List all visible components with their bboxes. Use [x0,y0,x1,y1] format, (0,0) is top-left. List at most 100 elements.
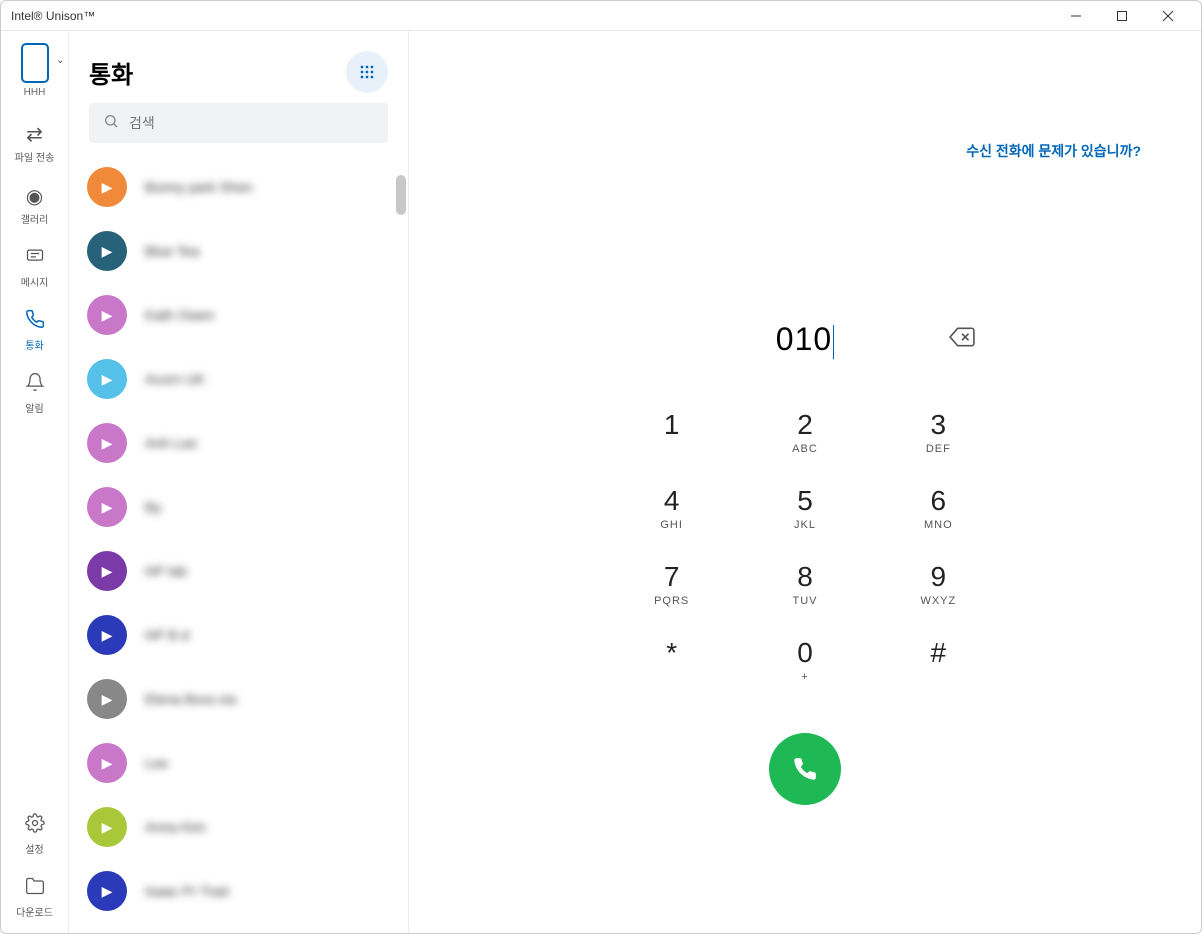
contact-row[interactable]: ▶Elena Bora via [69,667,408,731]
contact-row[interactable]: ▶By [69,475,408,539]
key-digit: 9 [903,561,973,593]
sidebar-item-gallery[interactable]: ◉ 갤러리 [5,178,65,232]
sidebar-item-messages[interactable]: 메시지 [5,240,65,295]
keypad-key-*[interactable]: * [637,637,707,683]
sidebar-item-calls[interactable]: 통화 [5,303,65,358]
contact-name: Blue Tea [145,243,199,259]
contact-row[interactable]: ▶ Anh Lee [69,411,408,475]
contact-row[interactable]: ▶Kath Owen [69,283,408,347]
sidebar-item-label: 메시지 [21,274,49,289]
keypad-key-8[interactable]: 8 TUV [770,561,840,607]
gallery-icon: ◉ [26,184,43,209]
keypad: 1 2ABC 3DEF 4GHI 5JKL 6MNO 7PQRS 8 TUV 9WXYZ * 0+ # [625,409,985,683]
main-panel: 수신 전화에 문제가 있습니까? 010 1 2ABC 3DEF 4GHI 5JKL 6M… [409,31,1201,933]
contact-row[interactable]: ▶ Anna Kim [69,795,408,859]
sidebar-nav: ⌄ HHH ⇄ 파일 전송 ◉ 갤러리 메시지 통화 알림 [1,31,69,933]
avatar: ▶ [87,423,127,463]
keypad-key-1[interactable]: 1 [637,409,707,455]
search-input[interactable] [129,115,374,131]
avatar: ▶ [87,167,127,207]
device-label: HHH [24,87,46,98]
contact-name: Bonny park Shen [145,179,252,195]
bell-icon [25,372,45,398]
keypad-key-#[interactable]: # [903,637,973,683]
key-digit: 5 [770,485,840,517]
titlebar: Intel® Unison™ [1,1,1201,31]
call-button[interactable] [769,733,841,805]
contact-name: Anna Kim [145,819,206,835]
contact-row[interactable]: ▶Acorn UK [69,347,408,411]
contact-name: HP lab [145,563,187,579]
search-icon [103,113,119,134]
dialpad-toggle-button[interactable] [346,51,388,93]
contact-name: HP B d [145,627,189,643]
phone-call-icon [25,309,45,335]
contact-name: Lee [145,755,168,771]
key-digit: 0 [770,637,840,669]
help-link[interactable]: 수신 전화에 문제가 있습니까? [966,141,1141,161]
page-title: 통화 [89,55,133,90]
avatar: ▶ [87,359,127,399]
sidebar-item-downloads[interactable]: 다운로드 [5,870,65,925]
key-digit: 6 [903,485,973,517]
avatar: ▶ [87,551,127,591]
contact-row[interactable]: ▶Blue Tea [69,219,408,283]
dialpad-icon [357,62,377,82]
close-button[interactable] [1145,1,1191,31]
contact-name: Anh Lee [145,435,197,451]
contact-row[interactable]: ▶ Lee [69,731,408,795]
sidebar-item-label: 알림 [25,400,43,415]
phone-icon [792,756,818,782]
key-letters: TUV [770,595,840,607]
dialed-number: 010 [776,321,834,359]
key-digit: 7 [637,561,707,593]
contact-row[interactable]: ▶ HP B d [69,603,408,667]
avatar: ▶ [87,871,127,911]
sidebar-item-file-transfer[interactable]: ⇄ 파일 전송 [5,116,65,170]
minimize-button[interactable] [1053,1,1099,31]
sidebar-item-label: 다운로드 [16,904,53,919]
device-selector[interactable]: ⌄ [21,43,49,87]
contacts-panel: 통화 ▶Bonny park Shen▶Blue Tea▶Kath Owen▶A… [69,31,409,933]
key-digit: * [637,637,707,669]
sidebar-item-label: 파일 전송 [15,149,55,164]
contact-row[interactable]: ▶ Isaac Pr Trad [69,859,408,923]
avatar: ▶ [87,743,127,783]
search-box[interactable] [89,103,388,143]
contacts-list[interactable]: ▶Bonny park Shen▶Blue Tea▶Kath Owen▶Acor… [69,155,408,933]
window-title: Intel® Unison™ [11,9,95,23]
keypad-key-6[interactable]: 6MNO [903,485,973,531]
message-icon [25,246,45,272]
key-letters: DEF [903,443,973,455]
maximize-button[interactable] [1099,1,1145,31]
key-digit: 2 [770,409,840,441]
avatar: ▶ [87,487,127,527]
keypad-key-7[interactable]: 7PQRS [637,561,707,607]
keypad-key-5[interactable]: 5JKL [770,485,840,531]
transfer-icon: ⇄ [26,122,43,147]
key-digit: 4 [637,485,707,517]
keypad-key-9[interactable]: 9WXYZ [903,561,973,607]
sidebar-item-settings[interactable]: 설정 [5,807,65,862]
sidebar-item-label: 통화 [25,337,43,352]
backspace-icon [949,324,975,350]
sidebar-item-notifications[interactable]: 알림 [5,366,65,421]
avatar: ▶ [87,615,127,655]
key-digit: 1 [637,409,707,441]
keypad-key-4[interactable]: 4GHI [637,485,707,531]
keypad-key-3[interactable]: 3DEF [903,409,973,455]
avatar: ▶ [87,807,127,847]
contact-name: Kath Owen [145,307,214,323]
contact-row[interactable]: ▶ Bonny park Shen [69,155,408,219]
key-digit: 8 [770,561,840,593]
backspace-button[interactable] [949,324,975,355]
dialer: 010 1 2ABC 3DEF 4GHI 5JKL 6MNO 7PQRS 8 TUV 9WXYZ *… [625,321,985,805]
contact-row[interactable]: ▶ HP lab [69,539,408,603]
sidebar-item-label: 갤러리 [21,211,49,226]
contact-name: Isaac Pr Trad [145,883,228,899]
window-controls [1053,1,1191,31]
keypad-key-2[interactable]: 2ABC [770,409,840,455]
scrollbar[interactable] [396,155,406,933]
scrollbar-thumb[interactable] [396,175,406,215]
keypad-key-0[interactable]: 0+ [770,637,840,683]
